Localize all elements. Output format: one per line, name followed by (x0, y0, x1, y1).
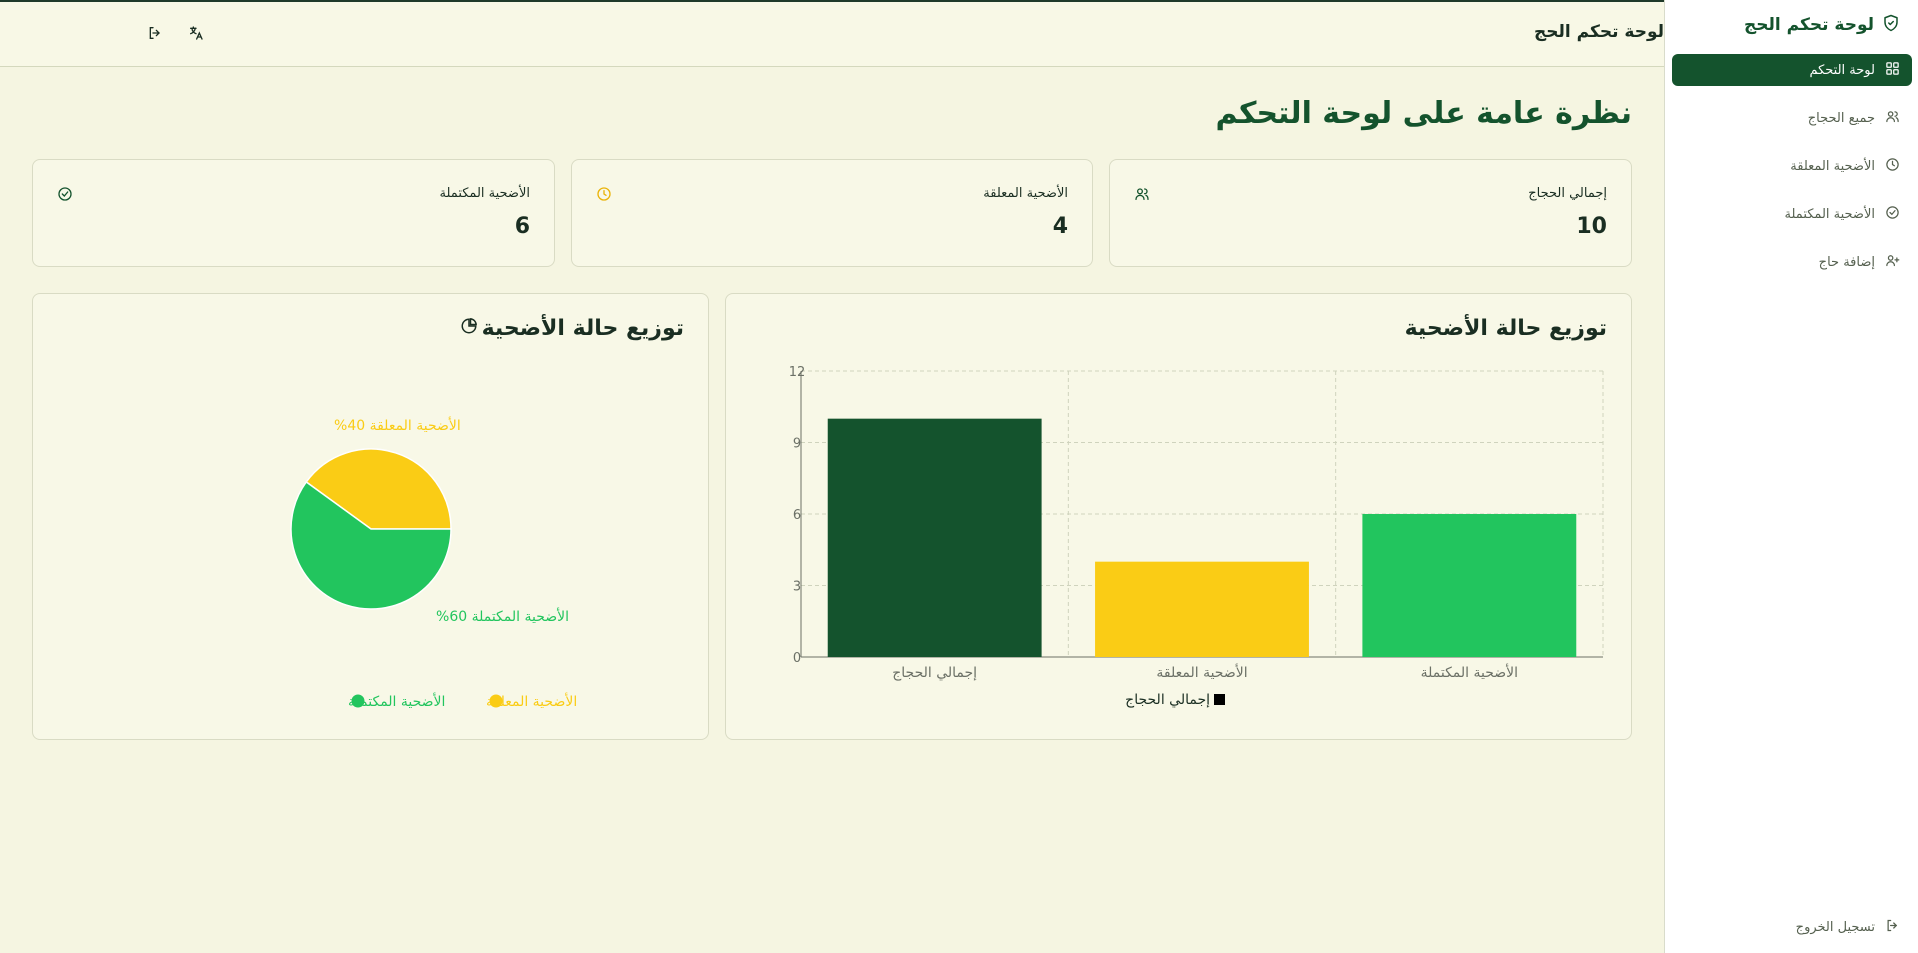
bar-chart-panel: توزيع حالة الأضحية 0 3 6 9 12 إجمالي الحجاج ال… (725, 293, 1632, 740)
pie-slice-label: الأضحية المعلقة 40% (334, 416, 461, 434)
legend-swatch (1214, 694, 1225, 705)
pie-slice-label: الأضحية المكتملة 60% (436, 607, 569, 625)
sidebar-item-label: الأضحية المكتملة (1784, 206, 1875, 222)
sidebar-logout-button[interactable]: تسجيل الخروج (1672, 911, 1912, 943)
translate-icon (188, 25, 204, 45)
y-tick-label: 3 (793, 580, 801, 595)
dashboard-grid-icon (1885, 61, 1900, 80)
bar-chart: 0 3 6 9 12 إجمالي الحجاج الأضحية المعلقة الأضحي… (789, 365, 1604, 708)
check-circle-icon (1885, 205, 1900, 224)
page-title: نظرة عامة على لوحة التحكم (1215, 96, 1632, 131)
stat-card-total-pilgrims: إجمالي الحجاج 10 (1109, 159, 1632, 267)
sidebar: لوحة تحكم الحج لوحة التحكم جميع الحجاج ا… (1664, 0, 1918, 953)
sidebar-logout-label: تسجيل الخروج (1795, 919, 1875, 935)
language-toggle-button[interactable] (185, 24, 207, 46)
x-tick-label: الأضحية المعلقة (1156, 663, 1247, 681)
users-icon (1885, 109, 1900, 128)
header-title: لوحة تحكم الحج (1533, 22, 1664, 42)
stat-card-completed-sacrifices: الأضحية المكتملة 6 (32, 159, 555, 267)
x-tick-label: إجمالي الحجاج (892, 665, 977, 681)
header-logout-button[interactable] (144, 24, 166, 46)
x-tick-label: الأضحية المكتملة (1421, 663, 1518, 681)
top-header: لوحة تحكم الحج (0, 2, 1664, 67)
clock-icon (1885, 157, 1900, 176)
sidebar-brand-title: لوحة تحكم الحج (1743, 15, 1874, 35)
legend-label: الأضحية المعلقة (486, 692, 577, 710)
logout-icon (147, 25, 163, 45)
sidebar-brand: لوحة تحكم الحج (1744, 14, 1900, 36)
bar (1362, 514, 1577, 657)
legend-label: الأضحية المكتملة (348, 692, 445, 710)
users-icon (1134, 186, 1150, 206)
sidebar-item-all-pilgrims[interactable]: جميع الحجاج (1672, 102, 1912, 134)
y-tick-label: 9 (793, 437, 801, 452)
stat-label: الأضحية المكتملة (439, 186, 530, 201)
check-circle-icon (57, 186, 73, 206)
user-plus-icon (1885, 253, 1900, 272)
sidebar-item-pending-sacrifices[interactable]: الأضحية المعلقة (1672, 150, 1912, 182)
sidebar-item-label: لوحة التحكم (1809, 62, 1875, 78)
sidebar-item-completed-sacrifices[interactable]: الأضحية المكتملة (1672, 198, 1912, 230)
pie-chart: الأضحية المعلقة 40% الأضحية المكتملة 60% ا… (290, 416, 577, 710)
y-tick-label: 6 (793, 508, 801, 523)
sidebar-item-dashboard[interactable]: لوحة التحكم (1672, 54, 1912, 86)
stat-value: 4 (1052, 214, 1068, 239)
stat-label: إجمالي الحجاج (1528, 186, 1607, 201)
sidebar-item-label: الأضحية المعلقة (1790, 158, 1875, 174)
pie-chart-panel: توزيع حالة الأضحية الأضحية المعلقة 40% ال… (32, 293, 709, 740)
bar (827, 418, 1042, 657)
y-tick-label: 12 (789, 365, 806, 380)
legend-label: إجمالي الحجاج (1125, 692, 1210, 708)
stat-value: 10 (1576, 214, 1607, 239)
sidebar-item-label: جميع الحجاج (1807, 110, 1875, 126)
stat-value: 6 (514, 214, 530, 239)
stat-card-pending-sacrifices: الأضحية المعلقة 4 (571, 159, 1093, 267)
clock-icon (596, 186, 612, 206)
stat-label: الأضحية المعلقة (983, 186, 1068, 201)
shield-check-icon (1882, 14, 1900, 36)
y-tick-label: 0 (793, 651, 801, 666)
sidebar-item-label: إضافة حاج (1818, 254, 1875, 270)
sidebar-item-add-pilgrim[interactable]: إضافة حاج (1672, 246, 1912, 278)
bar (1095, 561, 1309, 657)
logout-icon (1885, 918, 1900, 937)
